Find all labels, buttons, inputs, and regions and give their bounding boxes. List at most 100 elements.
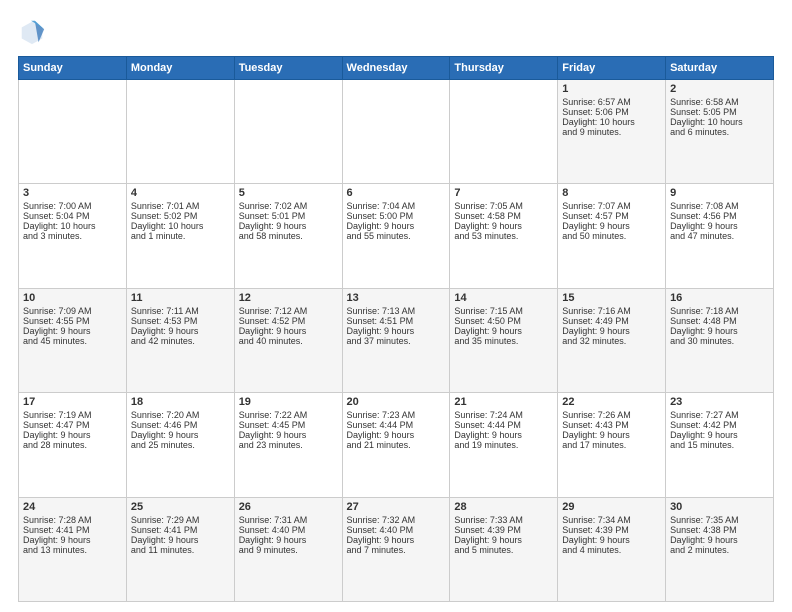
day-number: 1 — [562, 83, 661, 95]
day-info-line: Sunrise: 7:07 AM — [562, 201, 661, 211]
cell-3-4: 21Sunrise: 7:24 AMSunset: 4:44 PMDayligh… — [450, 393, 558, 497]
day-number: 29 — [562, 501, 661, 513]
day-info-line: Daylight: 9 hours — [239, 326, 338, 336]
calendar-header: SundayMondayTuesdayWednesdayThursdayFrid… — [19, 57, 774, 80]
day-info-line: Sunrise: 7:29 AM — [131, 515, 230, 525]
day-info-line: and 4 minutes. — [562, 545, 661, 555]
header — [18, 18, 774, 46]
day-info-line: Sunrise: 7:24 AM — [454, 410, 553, 420]
day-info-line: Daylight: 9 hours — [131, 430, 230, 440]
day-info-line: Sunset: 4:47 PM — [23, 420, 122, 430]
day-number: 10 — [23, 292, 122, 304]
day-info-line: Sunrise: 7:27 AM — [670, 410, 769, 420]
day-info-line: Sunrise: 7:28 AM — [23, 515, 122, 525]
day-info-line: Daylight: 9 hours — [562, 535, 661, 545]
cell-4-2: 26Sunrise: 7:31 AMSunset: 4:40 PMDayligh… — [234, 497, 342, 601]
day-info-line: and 55 minutes. — [347, 231, 446, 241]
cell-0-1 — [126, 80, 234, 184]
day-info-line: Daylight: 9 hours — [670, 535, 769, 545]
day-info-line: Sunset: 5:02 PM — [131, 211, 230, 221]
day-info-line: and 45 minutes. — [23, 336, 122, 346]
day-number: 9 — [670, 187, 769, 199]
weekday-sunday: Sunday — [19, 57, 127, 80]
day-info-line: Daylight: 9 hours — [347, 430, 446, 440]
day-info-line: and 32 minutes. — [562, 336, 661, 346]
day-info-line: Daylight: 9 hours — [23, 535, 122, 545]
week-row-2: 10Sunrise: 7:09 AMSunset: 4:55 PMDayligh… — [19, 288, 774, 392]
day-info-line: and 19 minutes. — [454, 440, 553, 450]
day-info-line: Sunset: 4:42 PM — [670, 420, 769, 430]
cell-3-0: 17Sunrise: 7:19 AMSunset: 4:47 PMDayligh… — [19, 393, 127, 497]
cell-1-4: 7Sunrise: 7:05 AMSunset: 4:58 PMDaylight… — [450, 184, 558, 288]
day-info-line: Sunrise: 7:05 AM — [454, 201, 553, 211]
day-number: 3 — [23, 187, 122, 199]
day-info-line: Sunrise: 7:04 AM — [347, 201, 446, 211]
day-info-line: Sunset: 4:45 PM — [239, 420, 338, 430]
day-info-line: Sunrise: 7:11 AM — [131, 306, 230, 316]
cell-3-5: 22Sunrise: 7:26 AMSunset: 4:43 PMDayligh… — [558, 393, 666, 497]
day-number: 27 — [347, 501, 446, 513]
day-number: 5 — [239, 187, 338, 199]
day-info-line: and 47 minutes. — [670, 231, 769, 241]
day-info-line: and 13 minutes. — [23, 545, 122, 555]
weekday-friday: Friday — [558, 57, 666, 80]
cell-2-4: 14Sunrise: 7:15 AMSunset: 4:50 PMDayligh… — [450, 288, 558, 392]
day-info-line: Sunrise: 7:01 AM — [131, 201, 230, 211]
day-info-line: Sunset: 4:57 PM — [562, 211, 661, 221]
day-info-line: Sunrise: 7:16 AM — [562, 306, 661, 316]
day-info-line: and 42 minutes. — [131, 336, 230, 346]
day-info-line: Sunset: 4:38 PM — [670, 525, 769, 535]
week-row-1: 3 Sunrise: 7:00 AMSunset: 5:04 PMDaylight… — [19, 184, 774, 288]
day-info-line: and 15 minutes. — [670, 440, 769, 450]
day-info-line: and 1 minute. — [131, 231, 230, 241]
day-info-line: and 53 minutes. — [454, 231, 553, 241]
cell-4-6: 30Sunrise: 7:35 AMSunset: 4:38 PMDayligh… — [666, 497, 774, 601]
day-info-line: Sunset: 4:43 PM — [562, 420, 661, 430]
cell-2-2: 12Sunrise: 7:12 AMSunset: 4:52 PMDayligh… — [234, 288, 342, 392]
day-info-line: Sunset: 4:41 PM — [23, 525, 122, 535]
calendar-body: 1Sunrise: 6:57 AMSunset: 5:06 PMDaylight… — [19, 80, 774, 602]
day-info-line: and 9 minutes. — [239, 545, 338, 555]
cell-3-3: 20Sunrise: 7:23 AMSunset: 4:44 PMDayligh… — [342, 393, 450, 497]
day-info-line: Sunrise: 7:22 AM — [239, 410, 338, 420]
day-info-line: Sunrise: 7:18 AM — [670, 306, 769, 316]
day-info-line: Sunset: 4:49 PM — [562, 316, 661, 326]
day-info-line: Sunrise: 7:00 AM — [23, 201, 122, 211]
day-number: 13 — [347, 292, 446, 304]
day-info-line: Sunset: 4:39 PM — [454, 525, 553, 535]
day-info-line: Daylight: 10 hours — [670, 117, 769, 127]
day-number: 21 — [454, 396, 553, 408]
day-info-line: Sunset: 5:04 PM — [23, 211, 122, 221]
day-number: 28 — [454, 501, 553, 513]
day-info-line: Daylight: 10 hours — [23, 221, 122, 231]
cell-2-1: 11Sunrise: 7:11 AMSunset: 4:53 PMDayligh… — [126, 288, 234, 392]
cell-3-2: 19Sunrise: 7:22 AMSunset: 4:45 PMDayligh… — [234, 393, 342, 497]
day-info-line: and 9 minutes. — [562, 127, 661, 137]
day-info-line: Daylight: 9 hours — [670, 326, 769, 336]
cell-3-1: 18Sunrise: 7:20 AMSunset: 4:46 PMDayligh… — [126, 393, 234, 497]
day-number: 20 — [347, 396, 446, 408]
calendar-table: SundayMondayTuesdayWednesdayThursdayFrid… — [18, 56, 774, 602]
week-row-4: 24Sunrise: 7:28 AMSunset: 4:41 PMDayligh… — [19, 497, 774, 601]
day-number: 8 — [562, 187, 661, 199]
day-info-line: Daylight: 9 hours — [347, 326, 446, 336]
day-number: 26 — [239, 501, 338, 513]
cell-0-2 — [234, 80, 342, 184]
weekday-tuesday: Tuesday — [234, 57, 342, 80]
day-info-line: and 6 minutes. — [670, 127, 769, 137]
day-info-line: Sunset: 5:06 PM — [562, 107, 661, 117]
cell-1-5: 8Sunrise: 7:07 AMSunset: 4:57 PMDaylight… — [558, 184, 666, 288]
weekday-saturday: Saturday — [666, 57, 774, 80]
day-info-line: Sunrise: 7:23 AM — [347, 410, 446, 420]
day-info-line: and 7 minutes. — [347, 545, 446, 555]
cell-1-0: 3 Sunrise: 7:00 AMSunset: 5:04 PMDaylight… — [19, 184, 127, 288]
day-number: 24 — [23, 501, 122, 513]
cell-0-4 — [450, 80, 558, 184]
day-info-line: Sunrise: 7:13 AM — [347, 306, 446, 316]
day-info-line: Sunrise: 7:02 AM — [239, 201, 338, 211]
day-number: 6 — [347, 187, 446, 199]
weekday-row: SundayMondayTuesdayWednesdayThursdayFrid… — [19, 57, 774, 80]
day-info-line: and 30 minutes. — [670, 336, 769, 346]
day-info-line: Daylight: 9 hours — [131, 535, 230, 545]
calendar: SundayMondayTuesdayWednesdayThursdayFrid… — [18, 56, 774, 602]
